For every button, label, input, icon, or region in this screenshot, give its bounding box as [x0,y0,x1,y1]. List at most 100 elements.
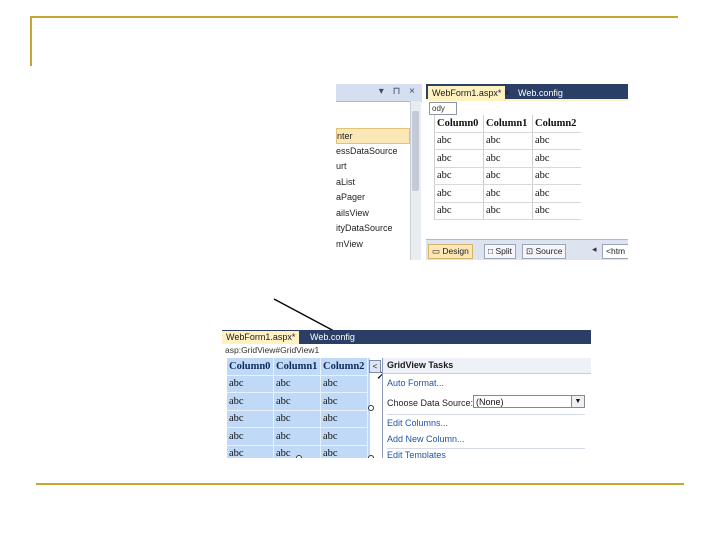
toolbox-item[interactable]: urt [336,159,410,175]
designer-editor: WebForm1.aspx* × Web.config ody Column0 … [426,84,628,260]
grid-cell: abc [273,392,321,411]
control-breadcrumb[interactable]: asp:GridView#GridView1 [225,345,319,356]
decorative-left-rule [30,16,32,66]
toolbox-item[interactable]: aPager [336,190,410,206]
table-row: abc abc abc [434,132,581,150]
table-row: abc abc abc [227,427,368,446]
grid-cell: abc [227,375,274,393]
grid-cell: abc [532,202,581,220]
grid-header-cell: Column2 [320,358,368,376]
grid-cell: abc [483,167,533,185]
grid-cell: abc [227,445,274,458]
grid-cell: abc [483,202,533,220]
active-tab-strip [426,99,628,101]
resize-handle[interactable] [368,405,374,411]
grid-cell: abc [273,427,321,446]
gridview-preview[interactable]: Column0 Column1 Column2 abc abc abc abc … [227,358,368,458]
decorative-bottom-rule [36,483,684,485]
grid-cell: abc [483,184,533,203]
design-view-label: Design [442,246,469,256]
grid-header-cell: Column1 [273,358,321,376]
grid-cell: abc [320,410,368,428]
toolbox-list: nter essDataSource urt aList aPager ails… [336,128,410,252]
toolbox-panel: ▾ ⊓ × nter essDataSource urt aList aPage… [336,84,422,260]
grid-cell: abc [532,167,581,185]
toolbox-item[interactable]: ailsView [336,206,410,222]
toolbox-item[interactable]: ityDataSource [336,221,410,237]
grid-cell: abc [320,445,368,458]
tab-web-config[interactable]: Web.config [310,331,355,344]
design-view-button[interactable]: ▭ Design [428,244,473,259]
toolbox-item[interactable]: nter [336,128,410,144]
scrollbar-thumb[interactable] [412,111,419,191]
gridview-preview[interactable]: Column0 Column1 Column2 abc abc abc abc … [434,115,581,220]
view-status-bar: ▭ Design □ Split ⊡ Source ◂ <htm [426,239,628,260]
grid-cell: abc [320,392,368,411]
toolbox-scrollbar[interactable] [410,101,421,260]
split-view-button[interactable]: □ Split [484,244,517,259]
add-new-column-link[interactable]: Add New Column... [387,434,465,444]
tag-breadcrumb[interactable]: ody [429,102,457,115]
chevron-down-icon[interactable]: ▼ [571,396,584,407]
divider [387,448,585,449]
top-screenshot: ▾ ⊓ × nter essDataSource urt aList aPage… [336,84,628,260]
grid-cell: abc [273,375,321,393]
pointer-arrow [273,298,368,350]
grid-cell: abc [532,184,581,203]
grid-header-cell: Column0 [434,115,484,133]
edit-templates-link[interactable]: Edit Templates [387,450,446,458]
html-tag-selector[interactable]: <htm [602,244,628,259]
grid-header-cell: Column1 [483,115,533,133]
table-row: abc abc abc [227,375,368,393]
choose-data-source-label: Choose Data Source: [387,398,474,408]
grid-cell: abc [434,202,484,220]
decorative-top-rule [30,16,678,18]
edit-columns-link[interactable]: Edit Columns... [387,418,448,428]
gridview-selected[interactable]: Column0 Column1 Column2 abc abc abc abc … [227,358,370,458]
divider [387,414,585,415]
auto-format-link[interactable]: Auto Format... [387,378,444,388]
grid-header-row: Column0 Column1 Column2 [434,115,581,133]
source-view-button[interactable]: ⊡ Source [522,244,567,259]
table-row: abc abc abc [227,410,368,428]
grid-cell: abc [483,149,533,168]
toolbox-header: ▾ ⊓ × [336,84,422,102]
gridview-tasks-panel: GridView Tasks Auto Format... Choose Dat… [382,358,591,458]
table-row: abc abc abc [434,202,581,220]
document-tab-bar: WebForm1.aspx* × Web.config [426,84,628,101]
data-source-select[interactable]: (None) ▼ [473,395,585,408]
grid-header-row: Column0 Column1 Column2 [227,358,368,376]
tab-webform1[interactable]: WebForm1.aspx* [222,331,300,344]
table-row: abc abc abc [227,392,368,411]
grid-header-cell: Column2 [532,115,581,133]
source-view-label: Source [535,246,563,256]
grid-cell: abc [227,392,274,411]
grid-cell: abc [320,427,368,446]
toolbox-item[interactable]: aList [336,175,410,191]
grid-cell: abc [434,184,484,203]
grid-cell: abc [434,167,484,185]
table-row: abc abc abc [434,149,581,168]
document-tab-bar: WebForm1.aspx* Web.config [222,330,591,344]
toolbox-item[interactable]: essDataSource [336,144,410,160]
panel-pin-close-icons[interactable]: ▾ ⊓ × [379,86,418,97]
resize-handle[interactable] [296,455,302,458]
table-row: abc abc abc [434,167,581,185]
tasks-panel-title: GridView Tasks [383,358,591,374]
data-source-value: (None) [476,397,504,407]
grid-cell: abc [227,427,274,446]
grid-cell: abc [532,149,581,168]
toolbox-item[interactable]: mView [336,237,410,253]
grid-cell: abc [320,375,368,393]
left-arrow-icon[interactable]: ◂ [592,244,597,255]
grid-cell: abc [434,149,484,168]
bottom-screenshot: WebForm1.aspx* Web.config asp:GridView#G… [222,330,591,458]
grid-cell: abc [227,410,274,428]
resize-handle[interactable] [368,455,374,458]
table-row: abc abc abc [434,184,581,203]
grid-header-cell: Column0 [227,358,274,376]
grid-cell: abc [532,132,581,150]
split-view-label: Split [495,246,513,256]
grid-cell: abc [434,132,484,150]
grid-cell: abc [483,132,533,150]
